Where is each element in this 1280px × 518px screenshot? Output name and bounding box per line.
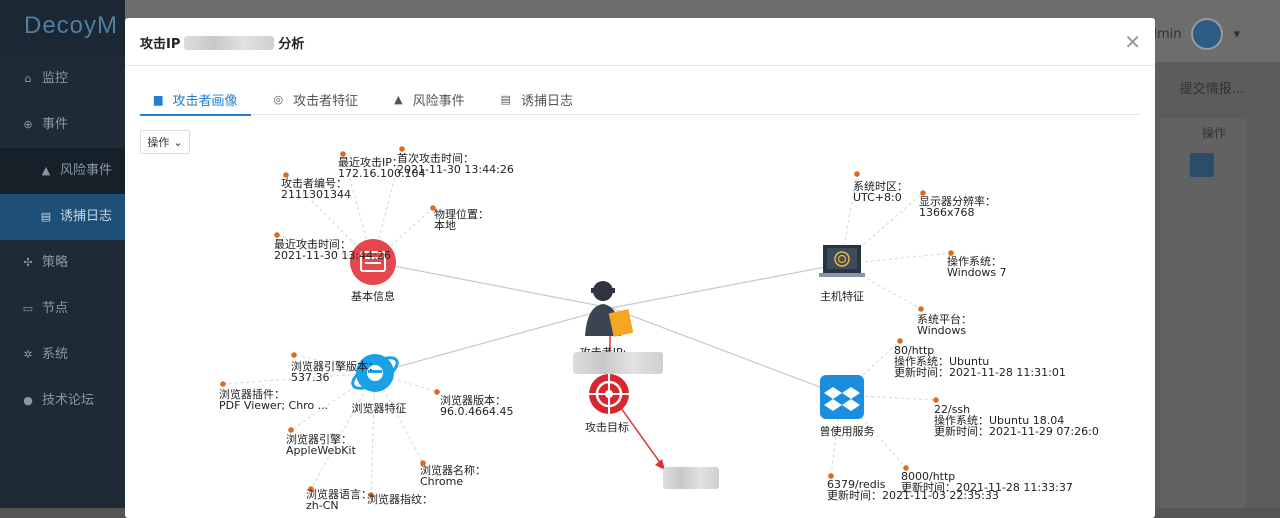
submit-intel-button[interactable]: 提交情报... [1180, 78, 1244, 97]
leaf-service-6379: 6379/redis 更新时间：2021-11-03 22:35:33 [827, 478, 999, 502]
leaf-resolution: 显示器分辨率： 1366x768 [919, 195, 996, 219]
chevron-down-icon: ▾ [1233, 26, 1240, 42]
attack-target-caption: 攻击目标 [585, 421, 629, 434]
host-features-caption: 主机特征 [820, 290, 864, 303]
nav-monitor[interactable]: ⌂ 监控 [0, 56, 125, 102]
brand-logo: DecoyM [0, 0, 125, 56]
event-icon: ⊕ [23, 118, 33, 131]
leaf-plugins: 浏览器插件： PDF Viewer; Chro ... [219, 388, 329, 412]
nav-label: 技术论坛 [42, 393, 95, 408]
user-menu[interactable]: admin ▾ [1141, 18, 1240, 50]
nav-trap-logs[interactable]: ▤ 诱捕日志 [0, 194, 125, 240]
leaf-platform: 系统平台： Windows [917, 313, 972, 337]
leaf-service-22: 22/ssh 操作系统：Ubuntu 18.04 更新时间：2021-11-29… [934, 403, 1099, 438]
strategy-icon: ✣ [23, 256, 33, 269]
browser-features-caption: 浏览器特征 [351, 402, 407, 415]
table-header-operation: 操作 [1201, 126, 1226, 140]
nav-nodes[interactable]: ▭ 节点 [0, 286, 125, 332]
leaf-timezone: 系统时区： UTC+8:0 [853, 180, 908, 204]
host-features-node[interactable] [819, 245, 865, 277]
avatar [1191, 18, 1224, 50]
attacker-node[interactable] [585, 281, 634, 337]
monitor-icon: ▭ [22, 302, 34, 315]
leaf-browser-version: 浏览器版本： 96.0.4664.45 [440, 394, 514, 418]
leaf-os: 操作系统： Windows 7 [947, 255, 1007, 279]
basic-info-caption: 基本信息 [351, 290, 395, 303]
nav-label: 策略 [42, 255, 69, 270]
services-node[interactable] [820, 375, 864, 419]
nav-label: 监控 [42, 71, 69, 86]
nav-risk-events[interactable]: ▲ 风险事件 [0, 148, 125, 194]
leaf-service-80: 80/http 操作系统：Ubuntu 更新时间：2021-11-28 11:3… [894, 344, 1066, 379]
nav-system[interactable]: ✲ 系统 [0, 332, 125, 378]
leaf-fingerprint: 浏览器指纹： [367, 493, 433, 506]
services-caption: 曾使用服务 [819, 425, 875, 438]
nav-label: 风险事件 [60, 163, 113, 178]
nav-strategy[interactable]: ✣ 策略 [0, 240, 125, 286]
nav-label: 节点 [42, 301, 69, 316]
nav-label: 诱捕日志 [60, 209, 113, 224]
log-icon: ▤ [40, 210, 52, 223]
leaf-first-attack-time: 首次攻击时间： 2021-11-30 13:44:26 [397, 152, 514, 176]
bell-icon: ▲ [41, 164, 51, 177]
chat-icon: ● [23, 394, 33, 407]
redacted-attacker-ip [573, 352, 663, 374]
nav-events[interactable]: ⊕ 事件 [0, 102, 125, 148]
nav-label: 事件 [42, 117, 69, 132]
leaf-browser-name: 浏览器名称： Chrome [420, 464, 486, 488]
sidebar: DecoyM ⌂ 监控 ⊕ 事件 ▲ 风险事件 ▤ 诱捕日志 ✣ 策略 ▭ 节点 ✲ 系统 ●… [0, 0, 125, 508]
leaf-location: 物理位置： 本地 [434, 208, 489, 232]
leaf-engine-version: 浏览器引擎版本： 537.36 [291, 360, 379, 384]
nav-label: 系统 [42, 347, 69, 362]
leaf-engine: 浏览器引擎： AppleWebKit [286, 433, 356, 457]
nav-forum[interactable]: ● 技术论坛 [0, 378, 125, 424]
home-icon: ⌂ [24, 72, 32, 85]
row-operation-button[interactable] [1190, 153, 1214, 177]
leaf-attacker-id: 攻击者编号： 2111301344 [281, 177, 351, 201]
leaf-recent-attack-time: 最近攻击时间： 2021-11-30 13:44:26 [274, 238, 391, 262]
gear-icon: ✲ [23, 348, 33, 361]
attack-target-node[interactable] [589, 374, 629, 414]
analysis-modal: 攻击IP 分析 ✕ ▆ 攻击者画像 ◎ 攻击者特征 ▲ 风险事件 ▤ 诱捕日志 操作 ⌄ [125, 18, 1155, 518]
redacted-target-ip [663, 467, 719, 489]
